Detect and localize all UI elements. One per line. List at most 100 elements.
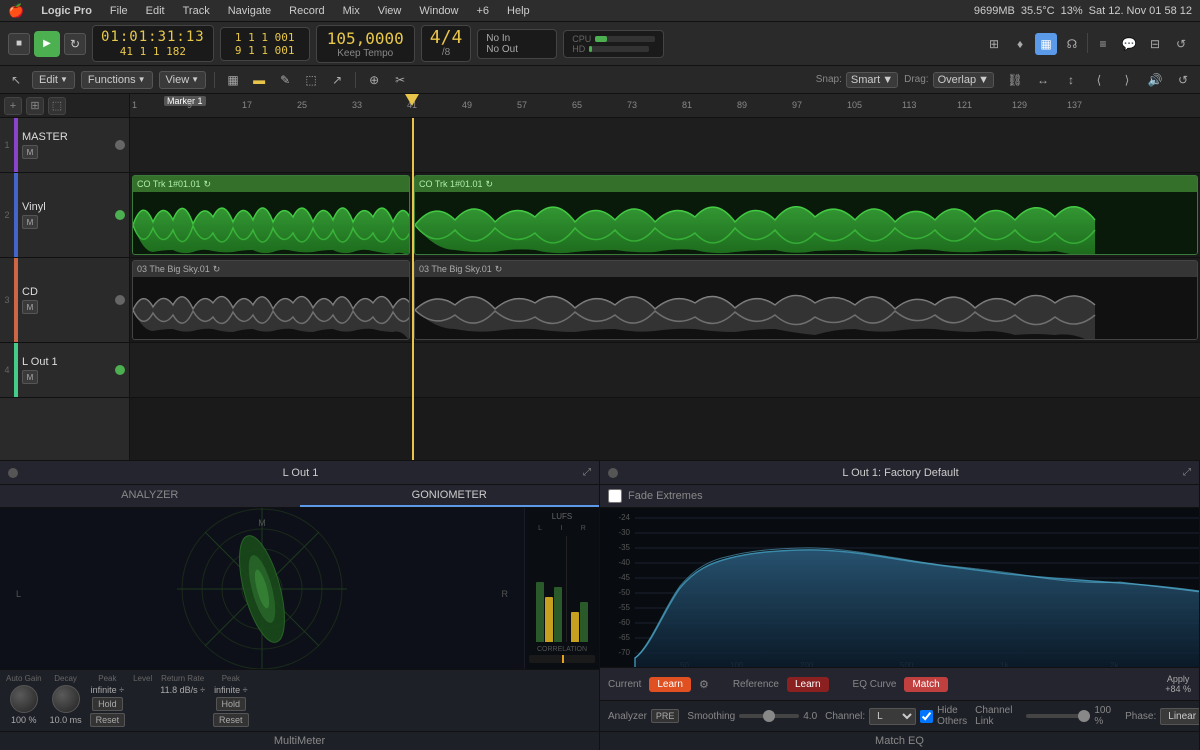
matcheq-close-button[interactable] — [608, 468, 618, 478]
auto-gain-knob[interactable] — [10, 685, 38, 713]
cycle-button[interactable]: ↻ — [64, 33, 86, 55]
matcheq-expand-button[interactable]: ⤢ — [1183, 467, 1191, 478]
functions-menu[interactable]: Functions ▼ — [81, 71, 153, 89]
analyzer-tab[interactable]: ANALYZER — [0, 485, 300, 507]
hold-button-peak2[interactable]: Hold — [216, 697, 247, 711]
apply-button[interactable]: Apply +84 % — [1165, 674, 1191, 694]
ruler[interactable]: Marker 1 1 9 17 25 33 41 49 57 65 73 81 … — [130, 94, 1200, 118]
icon1[interactable]: ⊞ — [983, 33, 1005, 55]
menu-view[interactable]: View — [371, 3, 409, 19]
cursor-icon[interactable]: ↗ — [327, 70, 347, 90]
smoothing-label: Smoothing — [687, 711, 735, 722]
svg-text:89: 89 — [737, 100, 747, 110]
match-button[interactable]: Match — [904, 677, 947, 692]
hide-others-checkbox[interactable] — [920, 710, 933, 723]
mute-button-vinyl[interactable]: M — [22, 215, 38, 229]
menu-mix[interactable]: Mix — [336, 3, 367, 19]
decay-knob[interactable] — [52, 685, 80, 713]
menu-track[interactable]: Track — [176, 3, 217, 19]
track-item-vinyl: 2 Vinyl M — [0, 173, 129, 258]
chat-icon[interactable]: 💬 — [1118, 33, 1140, 55]
speaker-icon[interactable]: 🔊 — [1144, 69, 1166, 91]
lufs-label: LUFS — [529, 512, 595, 521]
view-menu[interactable]: View ▼ — [159, 71, 207, 89]
grid-view-icon[interactable]: ▦ — [223, 70, 243, 90]
snap-section: Snap: Smart ▼ — [816, 72, 898, 88]
cd-clip-left-header: 03 The Big Sky.01 ↻ — [133, 261, 409, 277]
cd-clip-left[interactable]: 03 The Big Sky.01 ↻ — [132, 260, 410, 340]
channel-label: Channel: — [825, 711, 865, 722]
track-expand-button[interactable]: ⬚ — [48, 97, 66, 115]
multimeter-expand-button[interactable]: ⤢ — [583, 467, 591, 478]
multimeter-close-button[interactable] — [8, 468, 18, 478]
marquee-icon[interactable]: ⬚ — [301, 70, 321, 90]
menu-help[interactable]: Help — [500, 3, 537, 19]
channel-select[interactable]: LRL+R — [869, 708, 916, 725]
stop-button[interactable]: ■ — [8, 33, 30, 55]
menu-plus6[interactable]: +6 — [470, 3, 497, 19]
vinyl-clip-right[interactable]: CO Trk 1#01.01 ↻ — [414, 175, 1198, 255]
phase-select[interactable]: LinearMinimum — [1160, 708, 1200, 725]
menu-file[interactable]: File — [103, 3, 135, 19]
menu-logicpro[interactable]: Logic Pro — [34, 3, 99, 19]
play-button[interactable]: ▶ — [34, 31, 60, 57]
track-config-button[interactable]: ⊞ — [26, 97, 44, 115]
svg-text:49: 49 — [462, 100, 472, 110]
fade-extremes-checkbox[interactable] — [608, 489, 622, 503]
mute-button-master[interactable]: M — [22, 145, 38, 159]
zoom-h-icon[interactable]: ↔ — [1032, 69, 1054, 91]
hold-button-peak[interactable]: Hold — [92, 697, 123, 711]
snap-select[interactable]: Smart ▼ — [846, 72, 898, 88]
pointer-icon[interactable]: ↖ — [6, 70, 26, 90]
zoom-v-icon[interactable]: ↕ — [1060, 69, 1082, 91]
bpm-display[interactable]: 105,0000 Keep Tempo — [316, 25, 415, 63]
smoothing-slider[interactable] — [739, 714, 799, 718]
drag-select[interactable]: Overlap ▼ — [933, 72, 994, 88]
menu-record[interactable]: Record — [282, 3, 331, 19]
gon-label-r: R — [502, 589, 509, 599]
goniometer-tab[interactable]: GONIOMETER — [300, 485, 600, 507]
drag-section: Drag: Overlap ▼ — [904, 72, 994, 88]
reference-learn-button[interactable]: Learn — [787, 677, 829, 692]
edit-menu[interactable]: Edit ▼ — [32, 71, 75, 89]
scissors-icon[interactable]: ✂ — [390, 70, 410, 90]
track-activity-lout — [115, 365, 125, 375]
current-learn-button[interactable]: Learn — [649, 677, 691, 692]
pre-button[interactable]: PRE — [651, 709, 680, 723]
pos-top: 1 1 1 001 — [235, 31, 295, 44]
icon4[interactable]: ☊ — [1061, 33, 1083, 55]
cd-clip-right[interactable]: 03 The Big Sky.01 ↻ — [414, 260, 1198, 340]
menu-navigate[interactable]: Navigate — [221, 3, 278, 19]
add-track-button[interactable]: + — [4, 97, 22, 115]
vinyl-clip-left[interactable]: CO Trk 1#01.01 ↻ — [132, 175, 410, 255]
cd-waveform-left — [133, 277, 409, 340]
icon3[interactable]: ▦ — [1035, 33, 1057, 55]
apple-logo[interactable]: 🍎 — [8, 3, 24, 19]
zoom-icon[interactable]: ⊕ — [364, 70, 384, 90]
reset-button-peak2[interactable]: Reset — [213, 713, 249, 727]
mute-button-lout[interactable]: M — [22, 370, 38, 384]
loops-icon[interactable]: ↺ — [1170, 33, 1192, 55]
reset-button-peak[interactable]: Reset — [90, 713, 126, 727]
fwd-icon[interactable]: ⟩ — [1116, 69, 1138, 91]
mix-icon[interactable]: ⊟ — [1144, 33, 1166, 55]
mute-button-cd[interactable]: M — [22, 300, 38, 314]
menu-window[interactable]: Window — [412, 3, 465, 19]
svg-text:-40: -40 — [618, 558, 630, 567]
matcheq-chart[interactable]: -24 -30 -35 -40 -45 -50 -55 -60 -65 -70 … — [600, 508, 1199, 667]
back-icon[interactable]: ⟨ — [1088, 69, 1110, 91]
gear-icon[interactable]: ⚙ — [699, 678, 709, 691]
pencil-icon[interactable]: ✎ — [275, 70, 295, 90]
playhead-marker[interactable] — [405, 94, 419, 106]
channel-link-slider[interactable] — [1026, 714, 1090, 718]
menu-edit[interactable]: Edit — [139, 3, 172, 19]
tempo-label: Keep Tempo — [337, 48, 393, 59]
time-signature-display[interactable]: 4/4 /8 — [421, 25, 472, 62]
svg-text:97: 97 — [792, 100, 802, 110]
list-view-icon[interactable]: ▬ — [249, 70, 269, 90]
icon2[interactable]: ♦ — [1009, 33, 1031, 55]
link-icon[interactable]: ⛓ — [1004, 69, 1026, 91]
lufs-bar-i — [545, 597, 553, 642]
loop-icon[interactable]: ↺ — [1172, 69, 1194, 91]
grid-icon[interactable]: ≡ — [1092, 33, 1114, 55]
